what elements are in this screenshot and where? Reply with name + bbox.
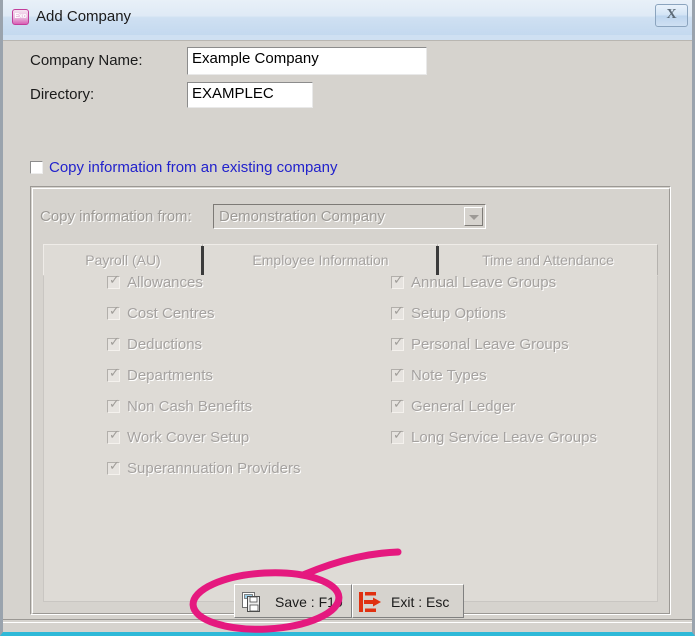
option-label: Work Cover Setup <box>127 429 250 446</box>
title-bar: Exo Add Company X <box>3 0 692 36</box>
tab-time-and-attendance[interactable]: Time and Attendance <box>438 244 658 275</box>
directory-input[interactable]: EXAMPLEC <box>187 82 313 108</box>
check-icon: ✓ <box>393 304 404 319</box>
check-icon: ✓ <box>393 428 404 443</box>
option-label: Deductions <box>127 336 203 353</box>
option-label: Long Service Leave Groups <box>411 429 597 446</box>
check-icon: ✓ <box>393 335 404 350</box>
checkbox-note-types[interactable]: ✓ <box>391 366 404 382</box>
check-icon: ✓ <box>109 366 120 381</box>
dropdown-arrow-button[interactable] <box>464 207 483 226</box>
chevron-down-icon <box>469 215 479 220</box>
window-title: Add Company <box>36 8 132 25</box>
save-button[interactable]: Save : F10 <box>234 584 352 618</box>
option-label: Note Types <box>411 367 487 384</box>
option-label: Superannuation Providers <box>127 460 301 477</box>
add-company-window: Exo Add Company X Company Name: Example … <box>0 0 695 636</box>
copy-from-selected-value: Demonstration Company <box>219 208 385 225</box>
check-icon: ✓ <box>109 335 120 350</box>
tab-employee-information[interactable]: Employee Information <box>203 244 438 275</box>
exo-app-icon: Exo <box>12 9 29 25</box>
footer-divider <box>3 619 692 623</box>
client-area: Company Name: Example Company Directory:… <box>3 41 692 632</box>
tab-payroll-au[interactable]: Payroll (AU) <box>43 244 203 275</box>
checkbox-personal-leave-groups[interactable]: ✓ <box>391 335 404 351</box>
exo-app-icon-label: Exo <box>14 13 27 20</box>
tab-separator-2 <box>436 246 439 275</box>
copy-from-dropdown[interactable]: Demonstration Company <box>213 204 486 229</box>
check-icon: ✓ <box>393 366 404 381</box>
exit-arrow-icon <box>359 592 381 612</box>
check-icon: ✓ <box>109 459 120 474</box>
option-label: Personal Leave Groups <box>411 336 569 353</box>
checkbox-long-service-leave-groups[interactable]: ✓ <box>391 428 404 444</box>
checkbox-annual-leave-groups[interactable]: ✓ <box>391 273 404 289</box>
checkbox-work-cover-setup[interactable]: ✓ <box>107 428 120 444</box>
option-label: Allowances <box>127 274 203 291</box>
check-icon: ✓ <box>109 428 120 443</box>
checkbox-non-cash-benefits[interactable]: ✓ <box>107 397 120 413</box>
exit-button-label: Exit : Esc <box>391 594 450 610</box>
copy-existing-checkbox[interactable] <box>30 161 43 174</box>
checkbox-departments[interactable]: ✓ <box>107 366 120 382</box>
save-button-label: Save : F10 <box>275 594 343 610</box>
copy-from-label: Copy information from: <box>40 208 192 225</box>
close-icon: X <box>666 7 677 22</box>
option-label: Annual Leave Groups <box>411 274 557 291</box>
option-label: Departments <box>127 367 213 384</box>
check-icon: ✓ <box>109 397 120 412</box>
checkbox-superannuation-providers[interactable]: ✓ <box>107 459 120 475</box>
tab-strip: Payroll (AU) Employee Information Time a… <box>43 244 658 275</box>
check-icon: ✓ <box>393 397 404 412</box>
checkbox-setup-options[interactable]: ✓ <box>391 304 404 320</box>
tab-separator-1 <box>201 246 204 275</box>
checkbox-allowances[interactable]: ✓ <box>107 273 120 289</box>
checkbox-deductions[interactable]: ✓ <box>107 335 120 351</box>
option-label: Cost Centres <box>127 305 215 322</box>
option-label: Setup Options <box>411 305 507 322</box>
check-icon: ✓ <box>393 273 404 288</box>
option-label: Non Cash Benefits <box>127 398 253 415</box>
directory-label: Directory: <box>30 86 95 103</box>
check-icon: ✓ <box>109 273 120 288</box>
copy-existing-label[interactable]: Copy information from an existing compan… <box>49 159 337 176</box>
checkbox-general-ledger[interactable]: ✓ <box>391 397 404 413</box>
company-name-input[interactable]: Example Company <box>187 47 427 75</box>
save-icon <box>242 592 260 612</box>
checkbox-cost-centres[interactable]: ✓ <box>107 304 120 320</box>
close-button[interactable]: X <box>655 4 688 27</box>
option-label: General Ledger <box>411 398 516 415</box>
check-icon: ✓ <box>109 304 120 319</box>
exit-button[interactable]: Exit : Esc <box>352 584 464 618</box>
company-name-label: Company Name: <box>30 52 143 69</box>
